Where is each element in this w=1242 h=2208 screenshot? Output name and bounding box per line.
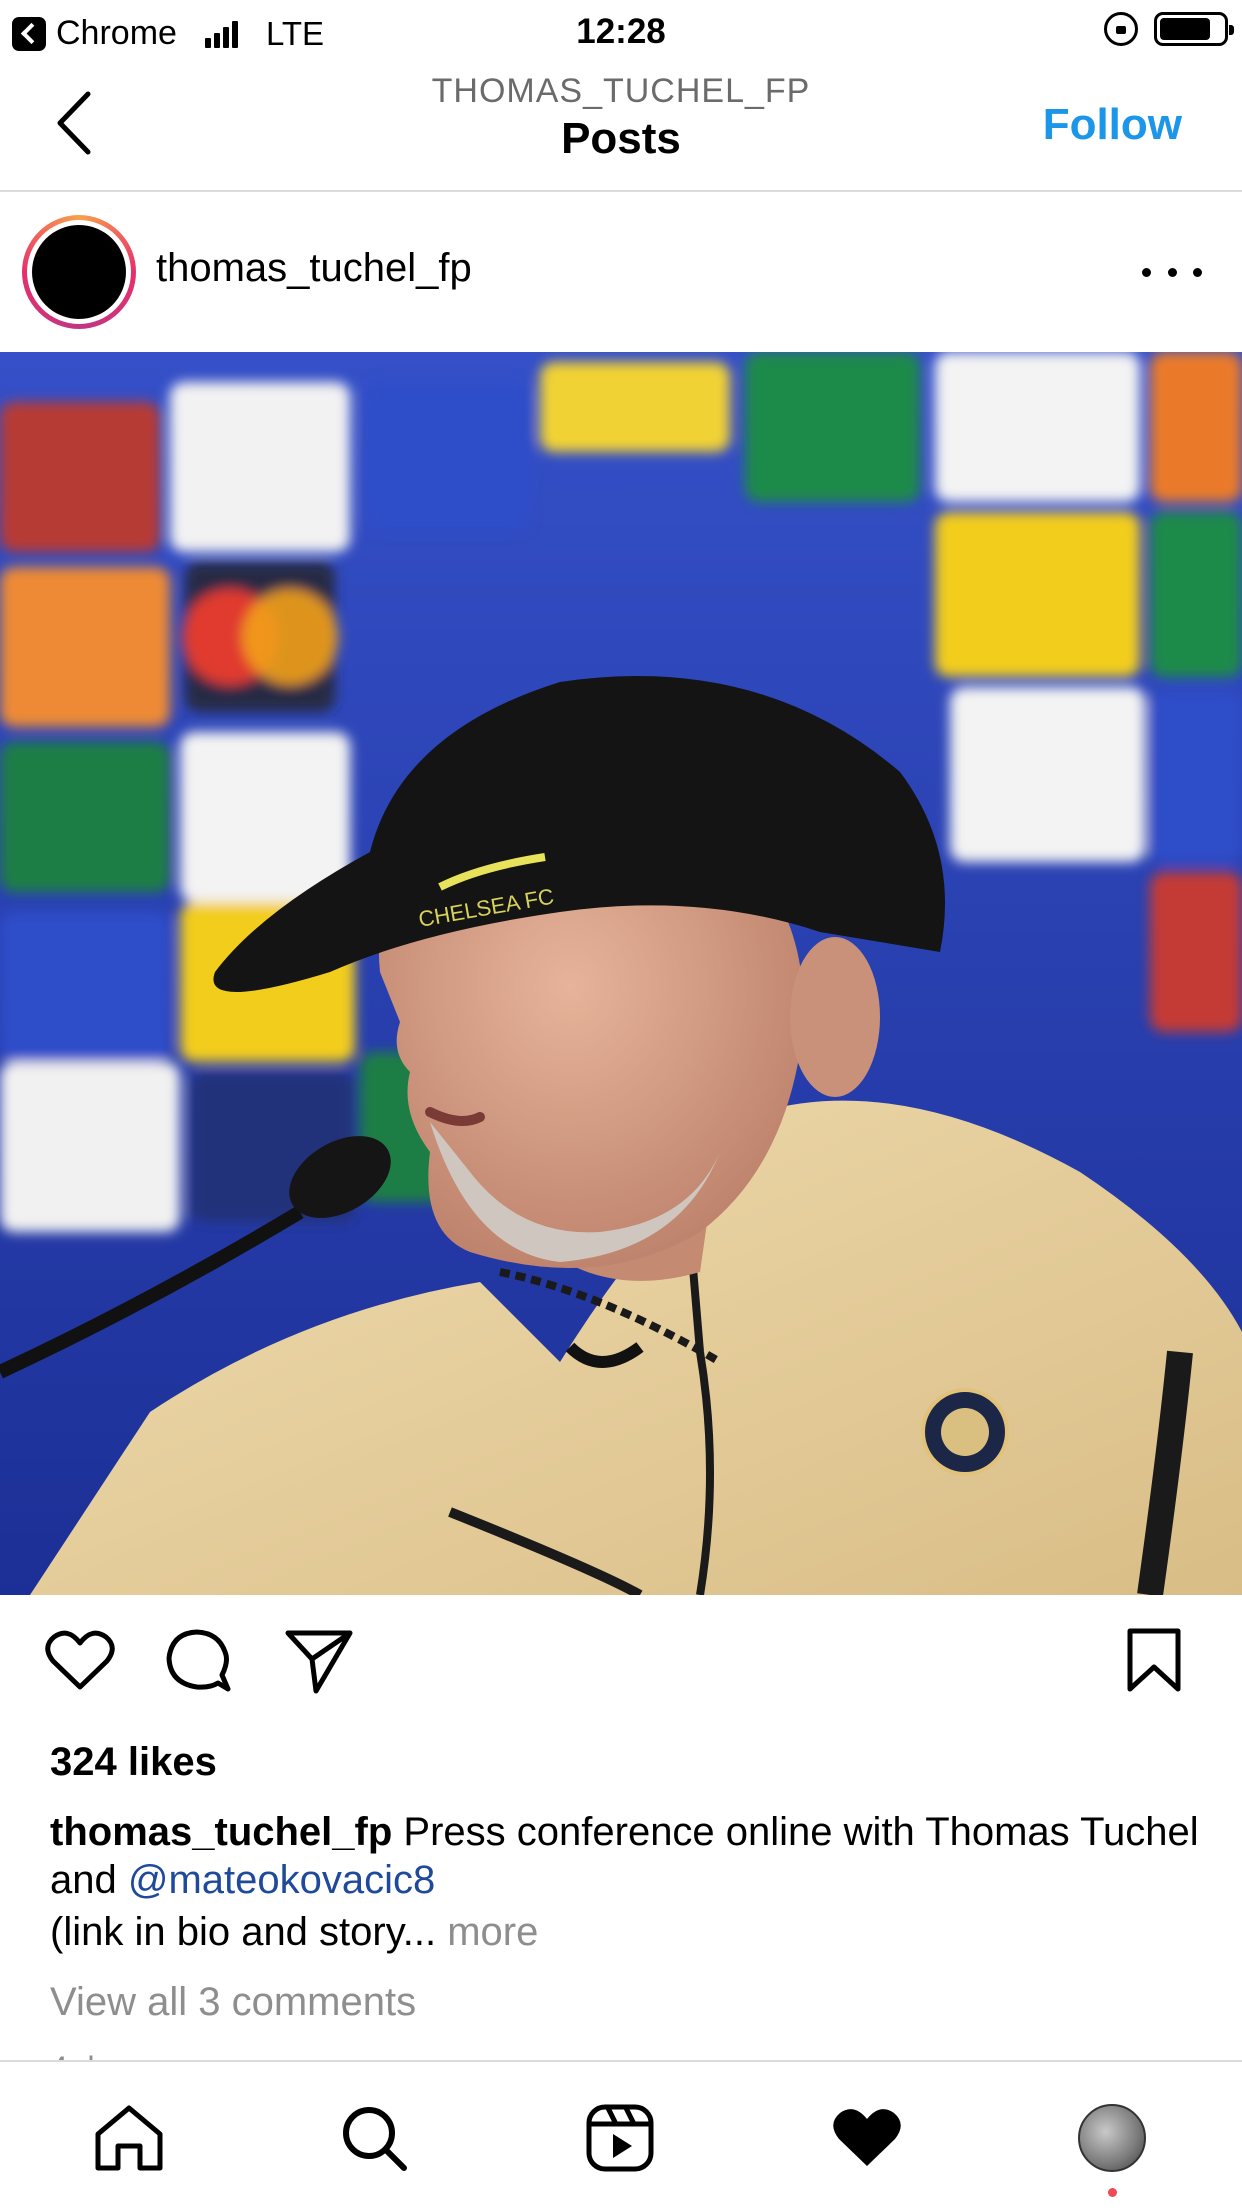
send-icon[interactable]: [284, 1625, 354, 1695]
activity-heart-icon[interactable]: [830, 2102, 904, 2172]
caption-username[interactable]: thomas_tuchel_fp: [50, 1810, 392, 1854]
post-username[interactable]: thomas_tuchel_fp: [156, 246, 472, 291]
home-icon[interactable]: [92, 2102, 166, 2174]
likes-count[interactable]: 324 likes: [50, 1740, 217, 1785]
rotation-lock-icon: [1104, 12, 1138, 46]
dot-icon: [1193, 267, 1202, 277]
heart-icon[interactable]: [44, 1625, 116, 1695]
avatar[interactable]: [22, 215, 136, 329]
notification-dot: [1108, 2188, 1117, 2197]
profile-avatar[interactable]: [1078, 2104, 1146, 2172]
comment-icon[interactable]: [162, 1625, 232, 1695]
dot-icon: [1167, 267, 1177, 277]
dot-icon: [1142, 267, 1151, 277]
posts-header: THOMAS_TUCHEL_FP Posts Follow: [0, 62, 1242, 192]
caption-mention[interactable]: @mateokovacic8: [128, 1858, 435, 1902]
reels-icon[interactable]: [584, 2102, 656, 2174]
view-comments-link[interactable]: View all 3 comments: [50, 1980, 416, 2025]
search-icon[interactable]: [338, 2102, 410, 2174]
follow-button[interactable]: Follow: [1043, 100, 1182, 150]
more-options-button[interactable]: [1142, 252, 1202, 292]
caption-line-2: (link in bio and story... more: [50, 1910, 538, 1955]
more-link[interactable]: more: [436, 1910, 538, 1954]
status-time: 12:28: [576, 12, 666, 51]
bottom-nav: [0, 2060, 1242, 2208]
battery-icon: [1154, 12, 1234, 46]
press-conference-photo: CHELSEA FC: [0, 352, 1242, 1595]
caption: thomas_tuchel_fp Press conference online…: [50, 1808, 1210, 1904]
post-actions: [0, 1595, 1242, 1735]
bookmark-icon[interactable]: [1124, 1625, 1184, 1695]
post-photo[interactable]: CHELSEA FC: [0, 352, 1242, 1595]
caption-continuation: (link in bio and story...: [50, 1910, 437, 1954]
post-header: thomas_tuchel_fp: [0, 192, 1242, 352]
status-bar: Chrome LTE 12:28: [0, 0, 1242, 62]
